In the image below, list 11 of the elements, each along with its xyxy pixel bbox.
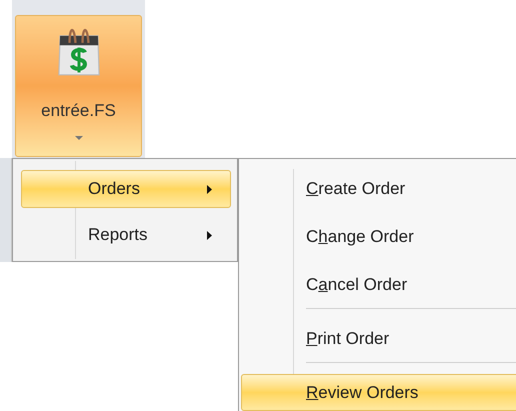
submenu-item[interactable]: Create Order xyxy=(241,170,516,207)
submenu-arrow-icon xyxy=(207,184,212,194)
submenu-item[interactable]: Review Orders xyxy=(241,374,516,411)
submenu-item[interactable]: Print Order xyxy=(241,320,516,357)
submenu-item[interactable]: Cancel Order xyxy=(241,266,516,303)
submenu-item[interactable]: Change Order xyxy=(241,218,516,255)
submenu-arrow-icon xyxy=(207,230,212,240)
menu-item[interactable]: Orders xyxy=(21,170,231,208)
menu-item[interactable]: Reports xyxy=(21,216,231,254)
dropdown-caret-icon xyxy=(74,136,82,140)
ribbon-button[interactable]: entrée.FS xyxy=(15,15,142,157)
